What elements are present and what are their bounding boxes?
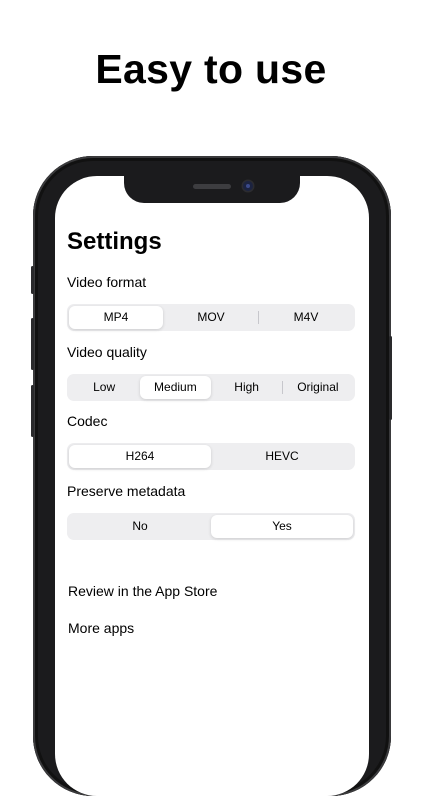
codec-option-hevc[interactable]: HEVC [211,445,353,468]
video-format-option-m4v[interactable]: M4V [259,306,353,329]
phone-side-button [31,266,34,294]
video-quality-option-medium[interactable]: Medium [140,376,211,399]
codec-segmented-control: H264 HEVC [67,443,355,470]
headline: Easy to use [95,46,327,92]
preserve-metadata-option-yes[interactable]: Yes [211,515,353,538]
video-quality-segmented-control: Low Medium High Original [67,374,355,401]
phone-volume-down-button [31,385,34,437]
video-format-option-mov[interactable]: MOV [164,306,258,329]
phone-notch [124,176,300,203]
page-title: Settings [67,228,162,255]
codec-option-h264[interactable]: H264 [69,445,211,468]
phone-volume-up-button [31,318,34,370]
video-quality-option-high[interactable]: High [212,376,282,399]
review-in-app-store-link[interactable]: Review in the App Store [68,583,217,599]
video-format-label: Video format [67,274,147,290]
video-quality-option-original[interactable]: Original [283,376,353,399]
preserve-metadata-option-no[interactable]: No [69,515,211,538]
phone-power-button [389,336,392,420]
speaker-grille [193,184,231,189]
preserve-metadata-segmented-control: No Yes [67,513,355,540]
video-quality-label: Video quality [67,344,147,360]
codec-label: Codec [67,413,108,429]
video-quality-option-low[interactable]: Low [69,376,139,399]
video-format-option-mp4[interactable]: MP4 [69,306,163,329]
more-apps-link[interactable]: More apps [68,620,134,636]
video-format-segmented-control: MP4 MOV M4V [67,304,355,331]
front-camera-icon [243,181,253,191]
preserve-metadata-label: Preserve metadata [67,483,186,499]
